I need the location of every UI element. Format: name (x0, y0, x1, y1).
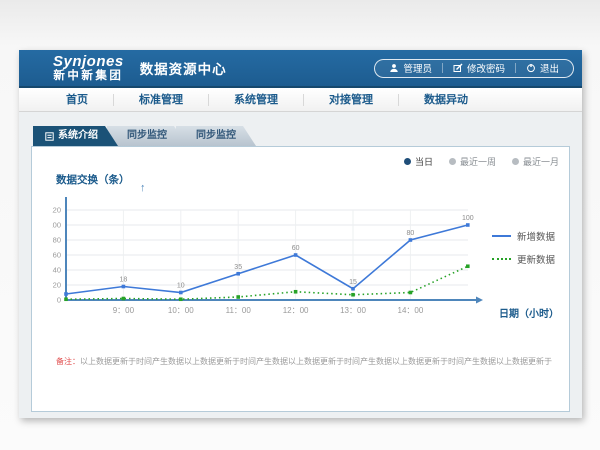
svg-text:40: 40 (53, 266, 61, 275)
range-label: 最近一月 (523, 155, 559, 168)
logout-button[interactable]: 退出 (516, 61, 569, 75)
nav-item-data-change[interactable]: 数据异动 (399, 88, 493, 112)
range-label: 当日 (415, 155, 433, 168)
range-option-last-week[interactable]: 最近一周 (449, 155, 496, 168)
app-header: Synjones 新中新集团 数据资源中心 管理员 (19, 50, 582, 88)
svg-text:20: 20 (53, 281, 61, 290)
range-label: 最近一周 (460, 155, 496, 168)
svg-text:35: 35 (234, 264, 242, 271)
logo-text-en: Synjones (53, 54, 124, 70)
nav-item-standard-mgmt[interactable]: 标准管理 (114, 88, 208, 112)
app-title: 数据资源中心 (140, 58, 227, 78)
edit-icon (453, 63, 463, 73)
logo-text-cn: 新中新集团 (53, 70, 124, 82)
svg-text:14：00: 14：00 (398, 306, 424, 315)
svg-text:100: 100 (462, 215, 474, 222)
tab-label: 系统介绍 (58, 126, 98, 146)
legend-label: 新增数据 (517, 229, 555, 243)
svg-text:15: 15 (349, 279, 357, 286)
tab-system-intro[interactable]: 系统介绍 (33, 126, 118, 146)
legend-label: 更新数据 (517, 252, 555, 266)
document-icon (45, 132, 54, 141)
logout-label: 退出 (540, 61, 559, 75)
tab-label: 同步监控 (127, 126, 167, 146)
radio-dot-icon (512, 158, 519, 165)
line-chart: 0 20 40 60 80 100 120 9：00 10：00 11：00 12：00 13：00 1… (52, 191, 512, 319)
svg-text:12：00: 12：00 (283, 306, 309, 315)
app-window: Synjones 新中新集团 数据资源中心 管理员 (19, 50, 582, 418)
svg-text:10: 10 (177, 283, 185, 290)
svg-text:60: 60 (53, 251, 61, 260)
change-password-button[interactable]: 修改密码 (443, 61, 515, 75)
nav-item-interface-mgmt[interactable]: 对接管理 (304, 88, 398, 112)
time-range-options: 当日 最近一周 最近一月 (404, 155, 559, 168)
footnote: 备注：以上数据更新于时间产生数据以上数据更新于时间产生数据以上数据更新于时间产生… (56, 356, 556, 367)
admin-user-button[interactable]: 管理员 (379, 61, 442, 75)
svg-text:80: 80 (53, 236, 61, 245)
svg-text:18: 18 (120, 277, 128, 284)
user-actions-pill: 管理员 修改密码 退出 (374, 59, 574, 78)
page-background: Synjones 新中新集团 数据资源中心 管理员 (0, 0, 600, 450)
user-icon (389, 63, 399, 73)
nav-item-home[interactable]: 首页 (41, 88, 113, 112)
svg-text:0: 0 (57, 296, 61, 305)
content-panel: 当日 最近一周 最近一月 数据交换（条） ↑ 0204060801001209：… (31, 146, 570, 412)
tab-bar: 系统介绍 同步监控 同步监控 (33, 126, 256, 146)
y-axis-title: 数据交换（条） (56, 172, 130, 187)
svg-text:80: 80 (407, 230, 415, 237)
footnote-prefix: 备注： (56, 357, 80, 366)
footnote-text: 以上数据更新于时间产生数据以上数据更新于时间产生数据以上数据更新于时间产生数据以… (80, 357, 552, 366)
svg-text:100: 100 (52, 221, 61, 230)
range-option-today[interactable]: 当日 (404, 155, 433, 168)
svg-text:120: 120 (52, 206, 61, 215)
legend-item-updated-data[interactable]: 更新数据 (492, 252, 555, 266)
radio-dot-icon (449, 158, 456, 165)
svg-text:60: 60 (292, 245, 300, 252)
svg-text:11：00: 11：00 (226, 306, 252, 315)
solid-line-swatch-icon (492, 235, 511, 237)
tab-sync-monitor-1[interactable]: 同步监控 (107, 126, 187, 146)
radio-dot-icon (404, 158, 411, 165)
svg-text:13：00: 13：00 (340, 306, 366, 315)
tab-sync-monitor-2[interactable]: 同步监控 (176, 126, 256, 146)
x-axis-title: 日期（小时） (499, 305, 559, 320)
dotted-line-swatch-icon (492, 258, 511, 260)
range-option-last-month[interactable]: 最近一月 (512, 155, 559, 168)
power-icon (526, 63, 536, 73)
legend-item-new-data[interactable]: 新增数据 (492, 229, 555, 243)
svg-text:9：00: 9：00 (113, 306, 135, 315)
logo: Synjones 新中新集团 (53, 54, 124, 82)
content-area: 系统介绍 同步监控 同步监控 当日 最近一周 (19, 112, 582, 418)
change-password-label: 修改密码 (467, 61, 505, 75)
tab-label: 同步监控 (196, 126, 236, 146)
admin-user-label: 管理员 (403, 61, 432, 75)
svg-text:10：00: 10：00 (168, 306, 194, 315)
nav-item-system-mgmt[interactable]: 系统管理 (209, 88, 303, 112)
chart-legend: 新增数据 更新数据 (492, 229, 555, 275)
main-nav: 首页 标准管理 系统管理 对接管理 数据异动 (19, 88, 582, 112)
